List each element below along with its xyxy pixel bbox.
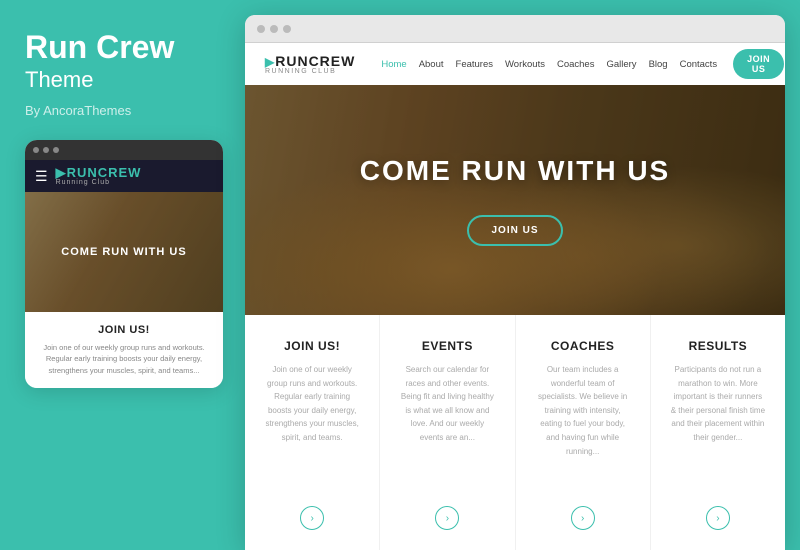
mobile-join-text: Join one of our weekly group runs and wo… (37, 342, 211, 376)
site-hero: COME RUN WITH US JOIN US (245, 85, 785, 315)
card-results: RESULTS Participants do not run a marath… (651, 315, 785, 550)
card-coaches-icon[interactable]: › (571, 506, 595, 530)
card-events-icon[interactable]: › (435, 506, 459, 530)
nav-link-workouts[interactable]: Workouts (505, 59, 545, 70)
nav-cta-button[interactable]: JOIN US (733, 49, 784, 79)
app-title: Run Crew (25, 30, 220, 65)
mobile-logo-sub: Running Club (56, 179, 142, 186)
site-nav-links: Home About Features Workouts Coaches Gal… (381, 59, 717, 70)
hero-title: COME RUN WITH US (360, 155, 670, 187)
site-nav: ▶RUNCREW Running Club Home About Feature… (245, 43, 785, 85)
nav-link-features[interactable]: Features (456, 59, 494, 70)
nav-link-gallery[interactable]: Gallery (606, 59, 636, 70)
mobile-logo: ▶RUNCREW Running Club (56, 166, 142, 186)
plus-icon: › (581, 513, 584, 524)
browser-bar (245, 15, 785, 43)
site-logo-club: Running Club (265, 68, 355, 75)
mobile-dot-2 (43, 147, 49, 153)
site-logo-text: ▶RUNCREW (265, 54, 355, 68)
mobile-preview: ☰ ▶RUNCREW Running Club COME RUN WITH US… (25, 140, 223, 388)
mobile-hero: COME RUN WITH US (25, 192, 223, 312)
card-coaches: COACHES Our team includes a wonderful te… (516, 315, 651, 550)
card-results-icon[interactable]: › (706, 506, 730, 530)
mobile-logo-text: ▶RUNCREW (56, 166, 142, 179)
card-coaches-text: Our team includes a wonderful team of sp… (536, 363, 630, 492)
browser-content: ▶RUNCREW Running Club Home About Feature… (245, 43, 785, 550)
mobile-hero-title: COME RUN WITH US (61, 246, 186, 258)
left-panel: Run Crew Theme By AncoraThemes ☰ ▶RUNCRE… (0, 0, 245, 550)
hero-content: COME RUN WITH US JOIN US (360, 155, 670, 246)
card-join-title: JOIN US! (284, 339, 340, 353)
browser-dot-1 (257, 25, 265, 33)
plus-icon: › (716, 513, 719, 524)
card-join: JOIN US! Join one of our weekly group ru… (245, 315, 380, 550)
nav-link-home[interactable]: Home (381, 59, 406, 70)
site-cards: JOIN US! Join one of our weekly group ru… (245, 315, 785, 550)
card-results-text: Participants do not run a marathon to wi… (671, 363, 765, 492)
browser-window: ▶RUNCREW Running Club Home About Feature… (245, 15, 785, 550)
mobile-top-bar (25, 140, 223, 160)
nav-link-coaches[interactable]: Coaches (557, 59, 595, 70)
site-logo: ▶RUNCREW Running Club (265, 54, 355, 75)
plus-icon: › (446, 513, 449, 524)
hero-cta-button[interactable]: JOIN US (467, 215, 562, 246)
mobile-join-title: JOIN US! (37, 324, 211, 336)
mobile-dot-1 (33, 147, 39, 153)
nav-link-about[interactable]: About (419, 59, 444, 70)
card-events-text: Search our calendar for races and other … (400, 363, 494, 492)
card-events: EVENTS Search our calendar for races and… (380, 315, 515, 550)
hamburger-icon[interactable]: ☰ (35, 168, 48, 185)
mobile-content: JOIN US! Join one of our weekly group ru… (25, 312, 223, 388)
plus-icon: › (310, 513, 313, 524)
card-join-icon[interactable]: › (300, 506, 324, 530)
mobile-dot-3 (53, 147, 59, 153)
card-events-title: EVENTS (422, 339, 473, 353)
browser-dot-2 (270, 25, 278, 33)
app-author: By AncoraThemes (25, 103, 220, 118)
card-join-text: Join one of our weekly group runs and wo… (265, 363, 359, 492)
card-coaches-title: COACHES (551, 339, 615, 353)
card-results-title: RESULTS (689, 339, 748, 353)
mobile-nav: ☰ ▶RUNCREW Running Club (25, 160, 223, 192)
nav-link-contacts[interactable]: Contacts (680, 59, 718, 70)
browser-dot-3 (283, 25, 291, 33)
app-subtitle: Theme (25, 67, 220, 93)
nav-link-blog[interactable]: Blog (649, 59, 668, 70)
